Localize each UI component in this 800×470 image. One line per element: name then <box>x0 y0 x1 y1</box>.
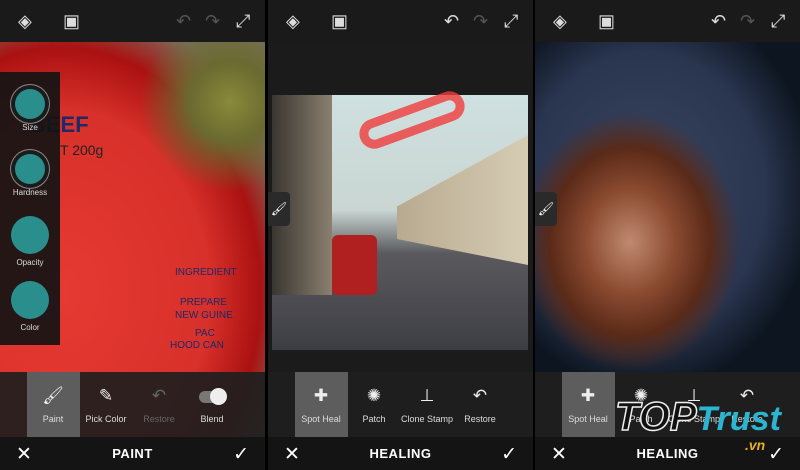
layers-icon[interactable]: ◈ <box>553 11 567 31</box>
hardness-control[interactable]: Hardness <box>11 150 49 197</box>
check-icon[interactable]: ✓ <box>233 443 249 466</box>
eyedropper-icon: ✎ <box>98 386 114 405</box>
top-toolbar: ◈ ▣ ↶ ↷ ⤢ <box>0 0 265 42</box>
tool-patch[interactable]: ✺ Patch <box>348 372 401 437</box>
bandage-icon: ✚ <box>580 386 596 405</box>
size-control[interactable]: Size <box>11 85 49 132</box>
restore-icon: ↶ <box>472 386 488 405</box>
tool-blend[interactable]: Blend <box>186 372 239 437</box>
compare-icon[interactable]: ▣ <box>598 11 615 31</box>
expand-icon[interactable]: ⤢ <box>771 11 785 31</box>
top-toolbar: ◈ ▣ ↶ ↷ ⤢ <box>268 0 533 42</box>
opacity-control[interactable]: Opacity <box>11 216 49 267</box>
panel-paint: BEEF T 200g INGREDIENT PREPARE NEW GUINE… <box>0 0 265 470</box>
watermark-logo: TOPTrust .vn <box>614 394 781 453</box>
layers-icon[interactable]: ◈ <box>286 11 300 31</box>
compare-icon[interactable]: ▣ <box>331 11 348 31</box>
tool-paint[interactable]: 🖌 Paint <box>26 372 80 437</box>
compare-icon[interactable]: ▣ <box>63 11 80 31</box>
color-control[interactable]: Color <box>11 281 49 332</box>
expand-icon[interactable]: ⤢ <box>236 11 250 31</box>
photo-text: HOOD CAN <box>170 340 224 351</box>
mode-title: PAINT <box>112 446 153 461</box>
tool-label: Restore <box>143 414 175 424</box>
photo-text: NEW GUINE <box>175 310 233 321</box>
bandage-icon: ✚ <box>313 386 329 405</box>
tool-restore[interactable]: ↶ Restore <box>454 372 507 437</box>
restore-icon: ↶ <box>151 386 167 405</box>
brush-icon: 🖌 <box>537 201 555 216</box>
redo-icon[interactable]: ↷ <box>205 11 220 31</box>
brush-panel-toggle[interactable]: 🖌 <box>535 192 557 226</box>
tool-label: Patch <box>362 414 386 424</box>
toggle-icon <box>186 386 239 408</box>
undo-icon[interactable]: ↶ <box>444 11 459 31</box>
brush-settings-sidebar: Size Hardness Opacity Color <box>0 72 60 345</box>
tool-restore[interactable]: ↶ Restore <box>133 372 186 437</box>
tool-label: Spot Heal <box>301 414 341 424</box>
check-icon[interactable]: ✓ <box>768 443 784 466</box>
top-toolbar: ◈ ▣ ↶ ↷ ⤢ <box>535 0 800 42</box>
redo-icon[interactable]: ↷ <box>740 11 755 31</box>
watermark-domain: .vn <box>745 437 766 453</box>
bottom-bar: ✕ HEALING ✓ <box>268 437 533 470</box>
undo-icon[interactable]: ↶ <box>711 11 726 31</box>
brush-panel-toggle[interactable]: 🖌 <box>268 192 290 226</box>
color-label: Color <box>20 323 40 332</box>
opacity-label: Opacity <box>16 258 44 267</box>
tool-pick-color[interactable]: ✎ Pick Color <box>80 372 133 437</box>
undo-icon[interactable]: ↶ <box>176 11 191 31</box>
expand-icon[interactable]: ⤢ <box>504 11 518 31</box>
tool-label: Pick Color <box>85 414 127 424</box>
watermark-trust: Trust <box>696 400 781 438</box>
photo-canvas[interactable] <box>535 42 800 372</box>
tool-label: Clone Stamp <box>400 414 454 424</box>
check-icon[interactable]: ✓ <box>501 443 517 466</box>
brush-icon: 🖌 <box>42 386 64 405</box>
hardness-label: Hardness <box>12 188 48 197</box>
brush-icon: 🖌 <box>270 201 288 216</box>
tool-spot-heal[interactable]: ✚ Spot Heal <box>294 372 348 437</box>
panel-healing-street: ◈ ▣ ↶ ↷ ⤢ 🖌 ✚ Spot Heal ✺ Patch ⊥ Clone Sta… <box>268 0 533 470</box>
photo-text: T 200g <box>60 142 104 158</box>
tool-label: Paint <box>42 414 64 424</box>
photo-canvas[interactable] <box>272 87 528 350</box>
photo-text: PAC <box>195 328 215 339</box>
layers-icon[interactable]: ◈ <box>18 11 32 31</box>
stamp-icon: ⊥ <box>419 386 435 405</box>
tool-strip: 🖌 Paint ✎ Pick Color ↶ Restore Blend <box>0 372 265 437</box>
patch-icon: ✺ <box>366 386 382 405</box>
tool-strip: ✚ Spot Heal ✺ Patch ⊥ Clone Stamp ↶ Restore <box>268 372 533 437</box>
redo-icon[interactable]: ↷ <box>473 11 488 31</box>
photo-text: PREPARE <box>180 297 228 308</box>
tool-spot-heal[interactable]: ✚ Spot Heal <box>561 372 615 437</box>
tool-label: Restore <box>464 414 496 424</box>
bottom-bar: ✕ PAINT ✓ <box>0 437 265 470</box>
watermark-top: TOP <box>614 394 697 440</box>
mode-title: HEALING <box>369 446 432 461</box>
tool-clone-stamp[interactable]: ⊥ Clone Stamp <box>401 372 454 437</box>
tool-label: Spot Heal <box>568 414 608 424</box>
tool-label: Blend <box>200 414 224 424</box>
size-label: Size <box>22 123 38 132</box>
photo-text: INGREDIENT <box>175 267 237 278</box>
